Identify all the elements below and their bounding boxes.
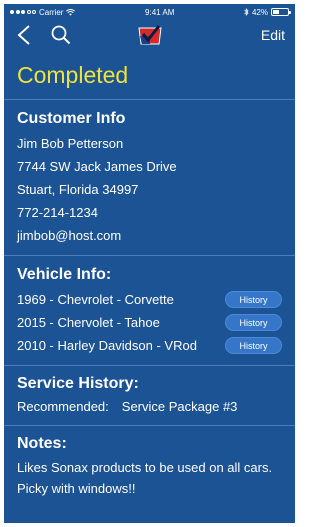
carrier-label: Carrier (39, 7, 64, 17)
clock: 9:41 AM (145, 7, 175, 17)
signal-strength-icon (10, 10, 36, 14)
recommended-value: Service Package #3 (121, 399, 238, 414)
bluetooth-icon (244, 8, 249, 16)
search-icon[interactable] (50, 24, 72, 46)
battery-icon (270, 8, 291, 16)
history-button[interactable]: History (225, 337, 282, 354)
customer-phone[interactable]: 772-214-1234 (17, 201, 282, 224)
nav-bar: Edit (4, 20, 295, 50)
service-history-heading: Service History: (17, 375, 139, 392)
status-bar: Carrier 9:41 AM 42% (4, 4, 295, 20)
notes-heading: Notes: (17, 435, 67, 452)
vehicle-description: 2015 - Chervolet - Tahoe (17, 315, 160, 330)
wifi-icon (66, 8, 76, 16)
vehicle-description: 1969 - Chevrolet - Corvette (17, 292, 174, 307)
notes-text: Likes Sonax products to be used on all c… (17, 460, 273, 496)
vehicle-description: 2010 - Harley Davidson - VRod (17, 338, 197, 353)
vehicle-row: 2015 - Chervolet - Tahoe History (17, 311, 282, 334)
customer-address-line-1: 7744 SW Jack James Drive (17, 159, 177, 174)
back-chevron-icon[interactable] (14, 23, 34, 47)
vehicle-row: 2010 - Harley Davidson - VRod History (17, 334, 282, 357)
customer-address-line-2: Stuart, Florida 34997 (17, 182, 139, 197)
vehicle-row: 1969 - Chevrolet - Corvette History (17, 288, 282, 311)
notes-section: Notes: Likes Sonax products to be used o… (4, 426, 295, 507)
history-button[interactable]: History (225, 314, 282, 331)
customer-info-section: Customer Info Jim Bob Petterson 7744 SW … (4, 100, 295, 256)
service-history-section: Service History: Recommended: Service Pa… (4, 366, 295, 426)
battery-percent: 42% (251, 7, 268, 17)
history-button[interactable]: History (225, 291, 282, 308)
edit-button[interactable]: Edit (261, 27, 285, 43)
customer-name: Jim Bob Petterson (17, 136, 124, 151)
recommended-label: Recommended: (17, 399, 109, 414)
app-screen: Carrier 9:41 AM 42% Edit Completed Custo… (4, 4, 295, 523)
vehicle-info-section: Vehicle Info: 1969 - Chevrolet - Corvett… (4, 256, 295, 366)
vehicle-info-heading: Vehicle Info: (17, 266, 112, 283)
app-logo-icon (138, 25, 162, 45)
customer-email[interactable]: jimbob@host.com (17, 224, 282, 247)
job-status-title: Completed (4, 50, 295, 100)
customer-info-heading: Customer Info (17, 110, 126, 127)
